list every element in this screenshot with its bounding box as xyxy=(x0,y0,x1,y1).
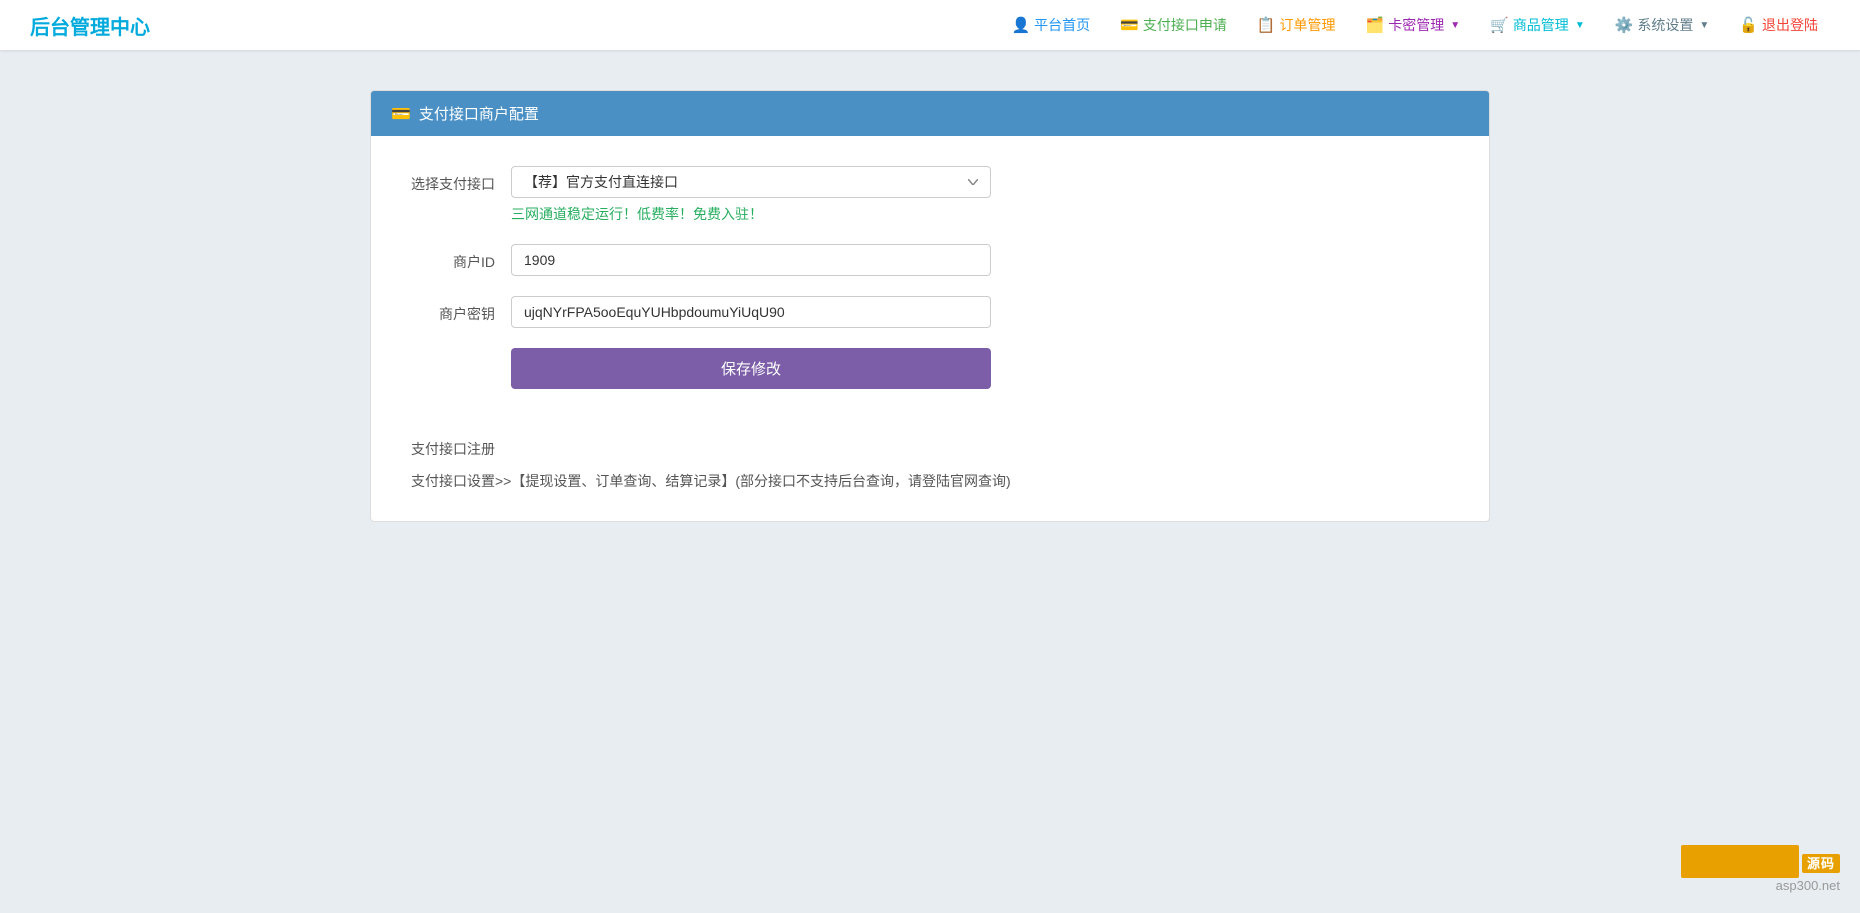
nav-item-logout[interactable]: 🔓 退出登陆 xyxy=(1727,9,1830,41)
payment-interface-select[interactable]: 【荐】官方支付直连接口 xyxy=(511,166,991,198)
nav-item-system[interactable]: ⚙️ 系统设置 ▼ xyxy=(1603,9,1722,41)
watermark-bottom: asp300.net xyxy=(1679,878,1840,893)
system-dropdown-arrow: ▼ xyxy=(1699,20,1709,31)
product-mgmt-dropdown-arrow: ▼ xyxy=(1575,20,1585,31)
nav-label-orders: 订单管理 xyxy=(1280,15,1336,35)
card-header-icon: 💳 xyxy=(391,104,411,124)
merchant-id-group: 商户ID xyxy=(411,244,1449,276)
card-mgmt-dropdown-arrow: ▼ xyxy=(1450,20,1460,31)
settings-link: 支付接口设置>>【提现设置、订单查询、结算记录】(部分接口不支持后台查询，请登陆… xyxy=(411,473,1011,489)
save-button-group: 保存修改 xyxy=(411,348,1449,389)
card-header: 💳 支付接口商户配置 xyxy=(371,91,1489,136)
select-payment-group: 选择支付接口 【荐】官方支付直连接口 三网通道稳定运行！低费率！免费入驻！ xyxy=(411,166,1449,224)
nav-label-product-mgmt: 商品管理 xyxy=(1513,15,1569,35)
card-body: 选择支付接口 【荐】官方支付直连接口 三网通道稳定运行！低费率！免费入驻！ 商户… xyxy=(371,136,1489,439)
card-title: 支付接口商户配置 xyxy=(419,103,539,124)
system-icon: ⚙️ xyxy=(1615,16,1634,34)
promo-text: 三网通道稳定运行！低费率！免费入驻！ xyxy=(511,204,991,224)
nav-label-home: 平台首页 xyxy=(1034,15,1090,35)
register-link[interactable]: 支付接口注册 xyxy=(411,439,1449,459)
home-icon: 👤 xyxy=(1011,16,1030,34)
nav-label-system: 系统设置 xyxy=(1637,15,1693,35)
nav-label-payment-apply: 支付接口申请 xyxy=(1143,15,1227,35)
merchant-id-label: 商户ID xyxy=(411,244,511,272)
payment-apply-icon: 💳 xyxy=(1120,16,1139,34)
select-payment-label: 选择支付接口 xyxy=(411,166,511,194)
nav-item-card-mgmt[interactable]: 🗂️ 卡密管理 ▼ xyxy=(1354,9,1473,41)
brand: 后台管理中心 xyxy=(30,11,150,40)
card-footer: 支付接口注册 支付接口设置>>【提现设置、订单查询、结算记录】(部分接口不支持后… xyxy=(371,439,1489,521)
product-mgmt-icon: 🛒 xyxy=(1490,16,1509,34)
merchant-id-input[interactable] xyxy=(511,244,991,276)
main-content: 💳 支付接口商户配置 选择支付接口 【荐】官方支付直连接口 三网通道稳定运行！低… xyxy=(330,50,1530,582)
nav-label-card-mgmt: 卡密管理 xyxy=(1388,15,1444,35)
logout-icon: 🔓 xyxy=(1739,16,1758,34)
merchant-key-group: 商户密钥 xyxy=(411,296,1449,328)
card-mgmt-icon: 🗂️ xyxy=(1366,16,1385,34)
orders-icon: 📋 xyxy=(1257,16,1276,34)
save-button[interactable]: 保存修改 xyxy=(511,348,991,389)
nav-label-logout: 退出登陆 xyxy=(1762,15,1818,35)
nav-item-home[interactable]: 👤 平台首页 xyxy=(999,9,1102,41)
nav-item-orders[interactable]: 📋 订单管理 xyxy=(1245,9,1348,41)
navbar: 后台管理中心 👤 平台首页 💳 支付接口申请 📋 订单管理 🗂️ 卡密管理 ▼ … xyxy=(0,0,1860,50)
watermark-top: ASP300源码 xyxy=(1679,844,1840,878)
config-card: 💳 支付接口商户配置 选择支付接口 【荐】官方支付直连接口 三网通道稳定运行！低… xyxy=(370,90,1490,522)
nav-item-product-mgmt[interactable]: 🛒 商品管理 ▼ xyxy=(1478,9,1597,41)
merchant-key-input[interactable] xyxy=(511,296,991,328)
nav-item-payment-apply[interactable]: 💳 支付接口申请 xyxy=(1108,9,1239,41)
watermark: ASP300源码 asp300.net xyxy=(1679,844,1840,893)
nav-menu: 👤 平台首页 💳 支付接口申请 📋 订单管理 🗂️ 卡密管理 ▼ 🛒 商品管理 … xyxy=(999,9,1830,41)
merchant-key-label: 商户密钥 xyxy=(411,296,511,324)
